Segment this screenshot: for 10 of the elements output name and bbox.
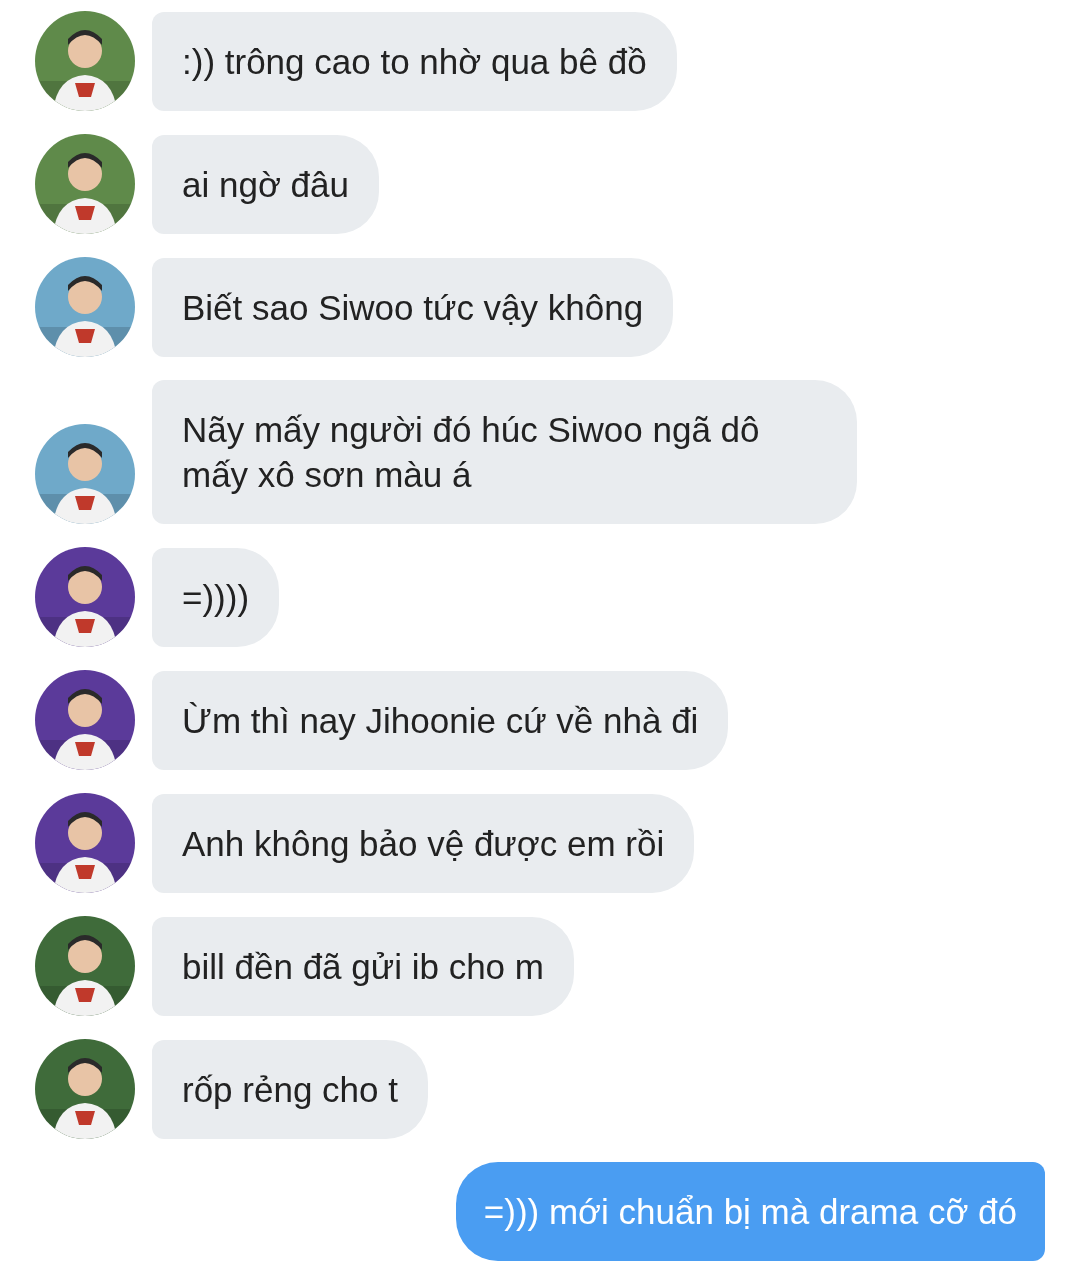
received-message-bubble: :)) trông cao to nhờ qua bê đồ xyxy=(152,12,677,111)
received-message-bubble: bill đền đã gửi ib cho m xyxy=(152,917,574,1016)
received-message-bubble: Biết sao Siwoo tức vậy không xyxy=(152,258,674,357)
received-message-bubble: rốp rẻng cho t xyxy=(152,1040,428,1139)
received-message-bubble: =)))) xyxy=(152,548,280,647)
received-message-bubble: Nãy mấy người đó húc Siwoo ngã dô mấy xô sơn màu á xyxy=(152,380,857,524)
sent-message-bubble: =))) mới chuẩn bị mà drama cỡ đó xyxy=(455,1162,1045,1261)
received-message-bubble: Anh không bảo vệ được em rồi xyxy=(152,794,695,893)
received-message-bubble: ai ngờ đâu xyxy=(152,135,379,234)
received-message-bubble: Ừm thì nay Jihoonie cứ về nhà đi xyxy=(152,671,729,770)
